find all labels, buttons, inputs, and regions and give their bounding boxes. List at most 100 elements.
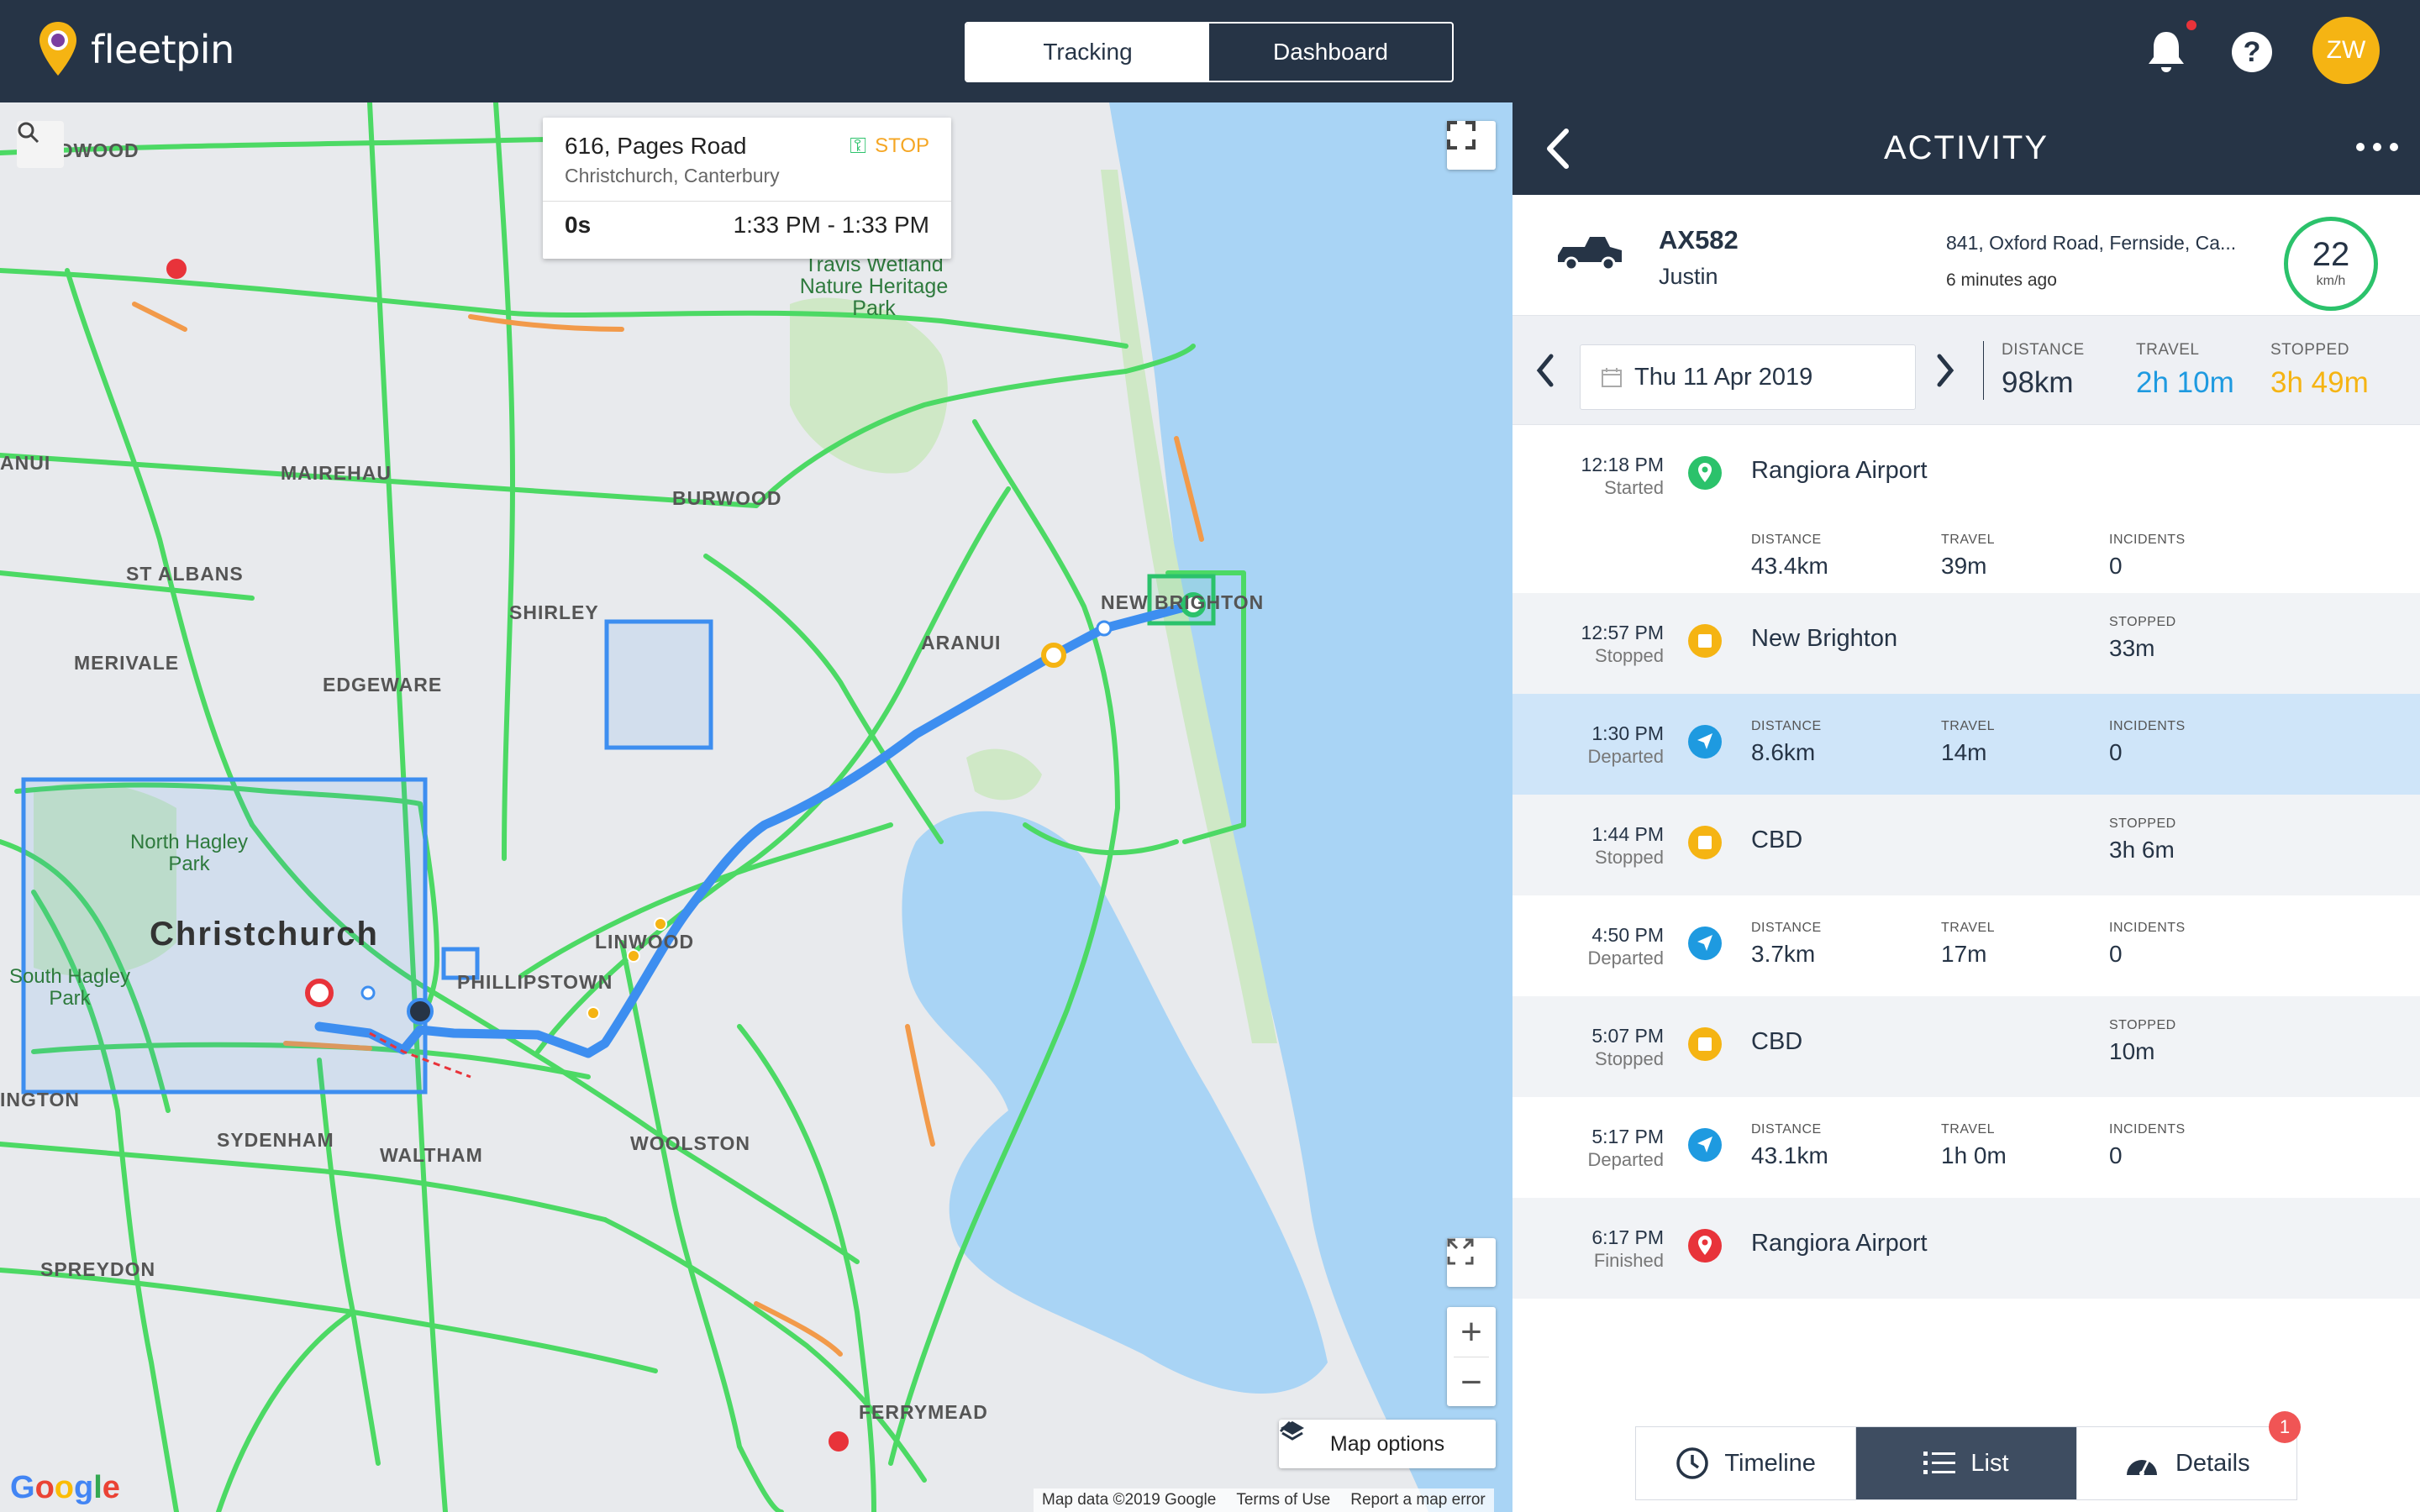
end-marker[interactable] bbox=[305, 979, 334, 1007]
event-status: Stopped bbox=[1595, 847, 1664, 868]
event-incidents: INCIDENTS 0 bbox=[2109, 1122, 2294, 1169]
map-label: INGTON bbox=[0, 1089, 81, 1110]
bell-icon[interactable] bbox=[2144, 29, 2188, 76]
map[interactable]: REDWOOD ANUI MAIREHAU ST ALBANS BURWOOD … bbox=[0, 102, 1512, 1512]
event-distance: DISTANCE 3.7km bbox=[1751, 921, 1936, 968]
list-item[interactable]: 5:07 PM Stopped CBD STOPPED 10m bbox=[1512, 996, 2420, 1097]
tab-tracking[interactable]: Tracking bbox=[966, 24, 1209, 81]
col-value: 0 bbox=[2109, 739, 2123, 765]
event-place: New Brighton bbox=[1751, 625, 1898, 652]
event-place: CBD bbox=[1751, 827, 1803, 853]
map-label: FERRYMEAD bbox=[859, 1401, 988, 1423]
col-label: STOPPED bbox=[2109, 615, 2176, 629]
popup-status: ⚿ STOP bbox=[850, 133, 929, 160]
geofence-shirley[interactable] bbox=[604, 619, 713, 750]
logo[interactable]: fleetpin bbox=[37, 20, 234, 79]
list-item[interactable]: 12:18 PM Started Rangiora Airport DISTAN… bbox=[1512, 425, 2420, 593]
date-bar: Thu 11 Apr 2019 DISTANCE 98km TRAVEL 2h … bbox=[1512, 316, 2420, 425]
list-item[interactable]: 4:50 PM Departed DISTANCE 3.7km TRAVEL 1… bbox=[1512, 895, 2420, 996]
google-logo: Google bbox=[10, 1470, 120, 1505]
event-time: 4:50 PM bbox=[1591, 924, 1664, 946]
col-label: INCIDENTS bbox=[2109, 1122, 2186, 1137]
map-search-button[interactable] bbox=[17, 121, 64, 168]
start-pin-icon bbox=[1688, 456, 1722, 490]
list-item[interactable]: 1:44 PM Stopped CBD STOPPED 3h 6m bbox=[1512, 795, 2420, 895]
event-stopped: STOPPED 10m bbox=[2109, 1018, 2294, 1065]
fullscreen-button[interactable] bbox=[1447, 121, 1496, 170]
list-item[interactable]: 12:57 PM Stopped New Brighton STOPPED 33… bbox=[1512, 593, 2420, 694]
map-canvas bbox=[0, 102, 1512, 1512]
next-day-icon[interactable] bbox=[1933, 351, 1958, 390]
tab-details[interactable]: Details bbox=[2077, 1427, 2296, 1499]
map-label: WOOLSTON bbox=[630, 1132, 751, 1154]
previous-day-icon[interactable] bbox=[1533, 351, 1558, 390]
waypoint-marker[interactable] bbox=[654, 917, 667, 931]
vehicle-summary: AX582 Justin 841, Oxford Road, Fernside,… bbox=[1512, 195, 2420, 316]
vehicle-name[interactable]: AX582 bbox=[1659, 225, 1739, 255]
map-label: North Hagley Park bbox=[129, 831, 249, 875]
date-value: Thu 11 Apr 2019 bbox=[1634, 363, 1813, 391]
report-error-link[interactable]: Report a map error bbox=[1350, 1491, 1486, 1509]
event-distance: DISTANCE 43.4km bbox=[1751, 533, 1936, 580]
list-item[interactable]: 1:30 PM Departed DISTANCE 8.6km TRAVEL 1… bbox=[1512, 694, 2420, 795]
terms-link[interactable]: Terms of Use bbox=[1236, 1491, 1330, 1509]
date-picker[interactable]: Thu 11 Apr 2019 bbox=[1580, 344, 1916, 410]
event-place: CBD bbox=[1751, 1028, 1803, 1055]
event-travel: TRAVEL 39m bbox=[1941, 533, 2126, 580]
more-options-icon[interactable] bbox=[2356, 143, 2398, 151]
event-time: 1:44 PM bbox=[1591, 823, 1664, 845]
avatar[interactable]: ZW bbox=[2312, 17, 2380, 84]
travel-value: 2h 10m bbox=[2136, 366, 2234, 399]
panel-header: ACTIVITY bbox=[1512, 102, 2420, 195]
col-value: 3.7km bbox=[1751, 941, 1816, 967]
key-icon: ⚿ bbox=[850, 133, 867, 158]
tab-list[interactable]: List bbox=[1856, 1427, 2077, 1499]
stop-icon bbox=[1688, 1027, 1722, 1061]
clock-icon bbox=[1676, 1447, 1709, 1479]
col-value: 43.1km bbox=[1751, 1142, 1828, 1168]
travis-park-area bbox=[790, 297, 948, 474]
travel-stat: TRAVEL 2h 10m bbox=[2136, 341, 2234, 400]
tab-label: List bbox=[1970, 1449, 2009, 1477]
vehicle-location: 841, Oxford Road, Fernside, Ca... bbox=[1946, 232, 2237, 254]
expand-icon bbox=[1447, 1238, 1474, 1265]
col-value: 0 bbox=[2109, 1142, 2123, 1168]
col-value: 43.4km bbox=[1751, 553, 1828, 579]
zoom-in-button[interactable]: + bbox=[1447, 1307, 1496, 1357]
col-value: 1h 0m bbox=[1941, 1142, 2007, 1168]
tab-dashboard[interactable]: Dashboard bbox=[1209, 24, 1452, 81]
event-status: Departed bbox=[1587, 948, 1664, 969]
list-item[interactable]: 6:17 PM Finished Rangiora Airport bbox=[1512, 1198, 2420, 1299]
tab-timeline[interactable]: Timeline bbox=[1636, 1427, 1857, 1499]
navigation-arrow-icon bbox=[1688, 927, 1722, 960]
event-travel: TRAVEL 14m bbox=[1941, 719, 2126, 766]
col-value: 0 bbox=[2109, 553, 2123, 579]
map-options-button[interactable]: Map options bbox=[1279, 1420, 1496, 1468]
waypoint-marker[interactable] bbox=[1096, 620, 1113, 637]
travel-label: TRAVEL bbox=[2136, 341, 2200, 359]
stopped-label: STOPPED bbox=[2270, 341, 2349, 359]
col-label: INCIDENTS bbox=[2109, 921, 2186, 935]
expand-map-button[interactable] bbox=[1447, 1238, 1496, 1287]
event-time: 5:17 PM bbox=[1591, 1126, 1664, 1147]
map-label: EDGEWARE bbox=[323, 674, 443, 696]
help-button[interactable]: ? bbox=[2232, 32, 2272, 72]
col-label: STOPPED bbox=[2109, 816, 2176, 831]
navigation-arrow-icon bbox=[1688, 1128, 1722, 1162]
green-area bbox=[966, 748, 1042, 801]
col-label: INCIDENTS bbox=[2109, 533, 2186, 547]
event-time: 6:17 PM bbox=[1591, 1226, 1664, 1248]
col-label: INCIDENTS bbox=[2109, 719, 2186, 733]
stop-marker[interactable] bbox=[1041, 643, 1066, 668]
waypoint-marker[interactable] bbox=[360, 985, 376, 1000]
list-item[interactable]: 5:17 PM Departed DISTANCE 43.1km TRAVEL … bbox=[1512, 1097, 2420, 1198]
col-label: TRAVEL bbox=[1941, 533, 1996, 547]
map-label: SYDENHAM bbox=[217, 1129, 334, 1151]
col-value: 14m bbox=[1941, 739, 1987, 765]
distance-label: DISTANCE bbox=[2002, 341, 2085, 359]
vehicle-marker[interactable] bbox=[407, 998, 434, 1025]
map-label: South Hagley Park bbox=[8, 965, 131, 1010]
waypoint-marker[interactable] bbox=[587, 1006, 600, 1020]
zoom-out-button[interactable]: − bbox=[1447, 1357, 1496, 1407]
calendar-icon bbox=[1602, 368, 1622, 387]
